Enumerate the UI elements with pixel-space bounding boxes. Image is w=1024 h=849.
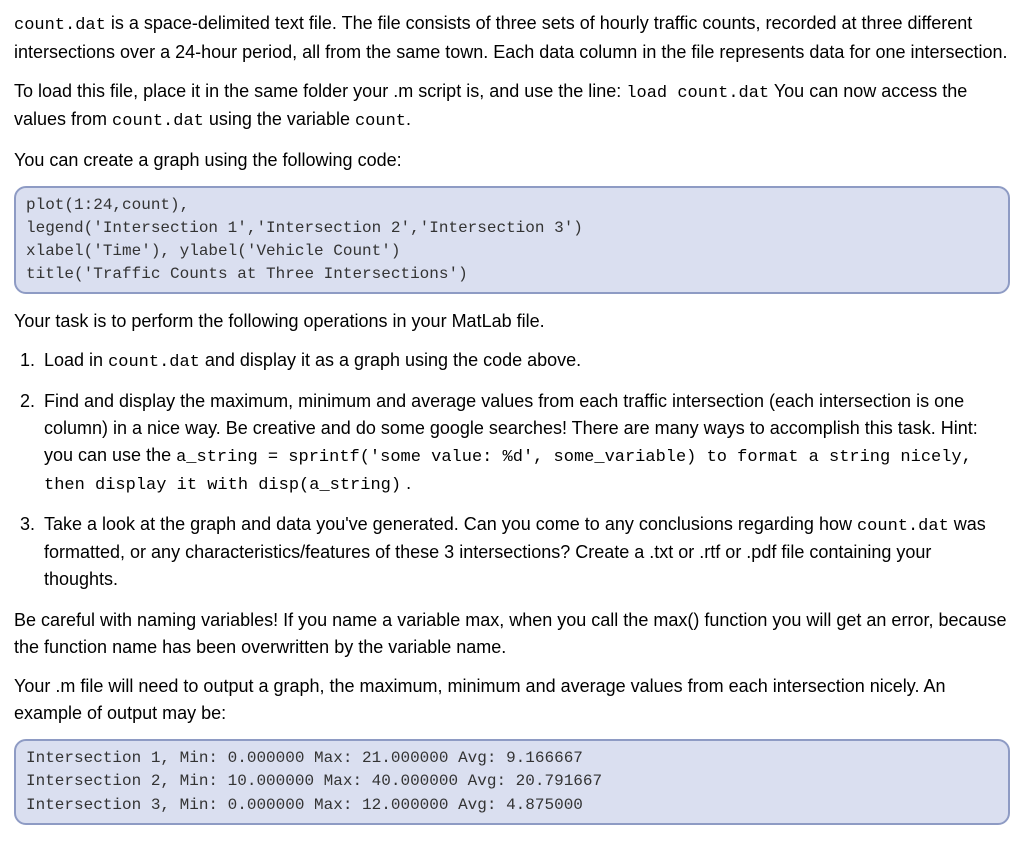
text: Load in xyxy=(44,350,108,370)
text: . xyxy=(406,109,411,129)
code-block-output: Intersection 1, Min: 0.000000 Max: 21.00… xyxy=(14,739,1010,825)
text: Take a look at the graph and data you've… xyxy=(44,514,857,534)
task-item-2: Find and display the maximum, minimum an… xyxy=(40,388,1010,499)
paragraph-load: To load this file, place it in the same … xyxy=(14,78,1010,135)
paragraph-intro: count.dat is a space-delimited text file… xyxy=(14,10,1010,66)
task-list: Load in count.dat and display it as a gr… xyxy=(40,347,1010,593)
paragraph-warning: Be careful with naming variables! If you… xyxy=(14,607,1010,661)
paragraph-outro: Your .m file will need to output a graph… xyxy=(14,673,1010,727)
filename: count.dat xyxy=(112,112,204,131)
text: is a space-delimited text file. The file… xyxy=(14,13,1008,62)
task-item-3: Take a look at the graph and data you've… xyxy=(40,511,1010,594)
code-inline: a_string = sprintf('some value: %d', som… xyxy=(44,448,972,496)
text: . xyxy=(401,473,411,493)
load-command: load count.dat xyxy=(626,84,769,103)
text: To load this file, place it in the same … xyxy=(14,81,626,101)
variable-name: count xyxy=(355,112,406,131)
filename: count.dat xyxy=(108,353,200,372)
filename: count.dat xyxy=(14,16,106,35)
paragraph-graph-intro: You can create a graph using the followi… xyxy=(14,147,1010,174)
text: and display it as a graph using the code… xyxy=(200,350,581,370)
code-block-plot: plot(1:24,count), legend('Intersection 1… xyxy=(14,186,1010,295)
task-item-1: Load in count.dat and display it as a gr… xyxy=(40,347,1010,376)
text: using the variable xyxy=(204,109,355,129)
task-intro: Your task is to perform the following op… xyxy=(14,308,1010,335)
filename: count.dat xyxy=(857,517,949,536)
